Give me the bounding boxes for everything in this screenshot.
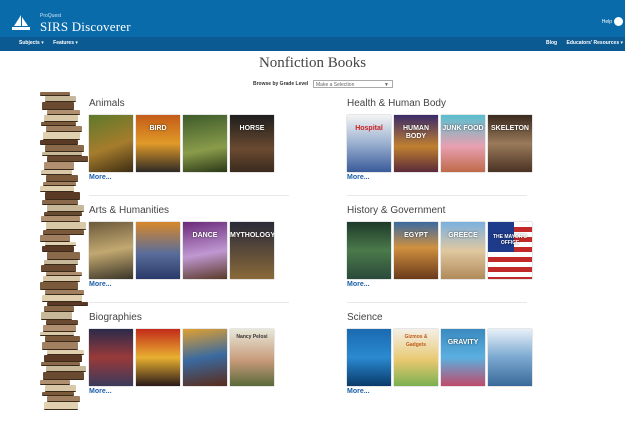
book-cover[interactable]: BIRD (136, 115, 180, 172)
header-bar: ProQuest SIRS Discoverer Help (0, 0, 625, 37)
section-title: Biographies (89, 312, 142, 323)
nav-bar: Subjects ▾ Features ▾ Blog Educators' Re… (0, 37, 625, 51)
stacked-book (43, 372, 84, 380)
book-cover[interactable]: EGYPT (394, 222, 438, 279)
book-cover[interactable]: HORSE (230, 115, 274, 172)
help-icon[interactable] (614, 17, 623, 26)
blog-link[interactable]: Blog (546, 40, 557, 46)
stacked-book (40, 282, 78, 290)
stacked-book (43, 132, 80, 140)
stacked-book (44, 402, 78, 410)
book-cover[interactable]: GREECE (441, 222, 485, 279)
stacked-book (45, 192, 80, 200)
section-title: History & Government (347, 205, 446, 216)
section-arts-humanities: Arts & Humanities DANCE MYTHOLOGY More..… (89, 205, 329, 305)
book-cover[interactable] (136, 329, 180, 386)
section-divider (347, 302, 527, 303)
features-menu[interactable]: Features ▾ (53, 40, 78, 46)
more-link[interactable]: More... (89, 281, 112, 288)
book-cover[interactable]: Gizmos & Gadgets (394, 329, 438, 386)
subjects-menu[interactable]: Subjects ▾ (19, 40, 44, 46)
book-cover[interactable]: Nancy Pelosi (230, 329, 274, 386)
book-cover[interactable]: Hospital (347, 115, 391, 172)
stacked-book (42, 102, 74, 110)
stacked-book (47, 205, 84, 212)
book-cover[interactable]: HUMAN BODY (394, 115, 438, 172)
section-title: Animals (89, 98, 125, 109)
book-cover[interactable] (347, 329, 391, 386)
stacked-book (44, 162, 74, 170)
more-link[interactable]: More... (347, 388, 370, 395)
section-science: Science Gizmos & Gadgets GRAVITY More... (347, 312, 587, 412)
page-title: Nonfiction Books (258, 55, 367, 71)
grade-level-select[interactable]: Make a Selection ▼ (313, 80, 393, 88)
book-cover[interactable] (183, 115, 227, 172)
section-animals: Animals BIRD HORSE More... (89, 98, 329, 198)
brand-title[interactable]: SIRS Discoverer (40, 19, 131, 35)
book-cover[interactable] (89, 222, 133, 279)
stacked-book (44, 355, 82, 362)
stacked-book (43, 325, 76, 332)
book-cover[interactable] (89, 329, 133, 386)
stacked-book (41, 265, 76, 272)
educators-resources-menu[interactable]: Educators' Resources ▾ (567, 40, 624, 46)
section-divider (89, 195, 289, 196)
book-cover[interactable] (89, 115, 133, 172)
more-link[interactable]: More... (347, 174, 370, 181)
stacked-book (47, 252, 80, 260)
chevron-down-icon: ▼ (384, 82, 389, 88)
section-title: Health & Human Body (347, 98, 446, 109)
section-biographies: Biographies Nancy Pelosi More... (89, 312, 329, 412)
stacked-book (46, 175, 78, 182)
book-cover[interactable] (488, 329, 532, 386)
book-cover[interactable] (347, 222, 391, 279)
section-title: Arts & Humanities (89, 205, 170, 216)
section-title: Science (347, 312, 383, 323)
book-cover[interactable]: JUNK FOOD (441, 115, 485, 172)
stacked-book (45, 385, 76, 392)
stacked-book (46, 222, 86, 230)
more-link[interactable]: More... (89, 388, 112, 395)
book-cover[interactable]: DANCE (183, 222, 227, 279)
section-health-human-body: Health & Human Body Hospital HUMAN BODY … (347, 98, 587, 198)
book-cover[interactable]: GRAVITY (441, 329, 485, 386)
book-cover[interactable]: MYTHOLOGY (230, 222, 274, 279)
stacked-book (44, 115, 78, 122)
browse-grade-label: Browse by Grade Level (253, 81, 309, 87)
book-stack-image (40, 92, 88, 410)
book-cover[interactable] (136, 222, 180, 279)
more-link[interactable]: More... (347, 281, 370, 288)
stacked-book (42, 342, 78, 350)
stacked-book (41, 312, 72, 320)
book-cover[interactable] (183, 329, 227, 386)
stacked-book (42, 295, 82, 302)
sailboat-icon[interactable] (12, 15, 30, 31)
more-link[interactable]: More... (89, 174, 112, 181)
stacked-book (40, 235, 70, 242)
help-link[interactable]: Help (602, 19, 612, 25)
section-history-government: History & Government EGYPT GREECE THE MA… (347, 205, 587, 305)
stacked-book (45, 145, 84, 152)
book-cover[interactable]: SKELETON (488, 115, 532, 172)
section-divider (89, 302, 289, 303)
book-cover[interactable]: THE MAYOR'S OFFICE (488, 222, 532, 279)
section-divider (347, 195, 527, 196)
